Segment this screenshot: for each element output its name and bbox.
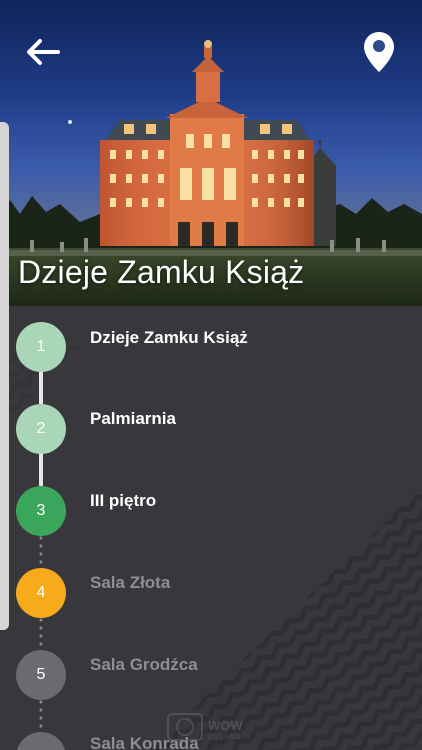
timeline-connector bbox=[39, 534, 43, 568]
tour-stop-item[interactable]: 4 Sala Złota bbox=[0, 568, 422, 618]
back-button[interactable] bbox=[24, 36, 62, 68]
hero-header: Dzieje Zamku Książ bbox=[0, 0, 422, 306]
stop-number-badge: 4 bbox=[16, 568, 66, 618]
stop-title: Sala Grodźca bbox=[90, 655, 198, 674]
wow-poland-logo: WOW POLAND bbox=[167, 713, 243, 741]
page-scroll-indicator[interactable] bbox=[0, 122, 9, 630]
stop-number-badge: 5 bbox=[16, 650, 66, 700]
stop-number-badge: 1 bbox=[16, 322, 66, 372]
tour-stop-item[interactable]: 1 Dzieje Zamku Książ bbox=[0, 322, 422, 372]
arrow-left-icon bbox=[27, 39, 60, 65]
timeline-connector bbox=[39, 698, 43, 732]
stop-number-badge: 2 bbox=[16, 404, 66, 454]
tour-stops-list[interactable]: 1 Dzieje Zamku Książ 2 Palmiarnia 3 III … bbox=[0, 306, 422, 750]
stop-title: III piętro bbox=[90, 491, 157, 510]
timeline-connector bbox=[39, 370, 43, 404]
tour-stop-item[interactable]: 3 III piętro bbox=[0, 486, 422, 536]
stop-number-badge: 6 bbox=[16, 732, 66, 750]
page-title: Dzieje Zamku Książ bbox=[18, 254, 305, 290]
stop-title: Dzieje Zamku Książ bbox=[90, 328, 248, 347]
timeline-connector bbox=[39, 452, 43, 486]
tour-stop-item[interactable]: 2 Palmiarnia bbox=[0, 404, 422, 454]
stop-title: Sala Złota bbox=[90, 573, 171, 592]
location-button[interactable] bbox=[362, 30, 396, 74]
map-pin-icon bbox=[364, 32, 394, 72]
timeline: 1 Dzieje Zamku Książ 2 Palmiarnia 3 III … bbox=[0, 306, 422, 750]
stop-number-badge: 3 bbox=[16, 486, 66, 536]
svg-text:WOW: WOW bbox=[208, 718, 243, 733]
timeline-connector bbox=[39, 616, 43, 650]
tour-stop-item[interactable]: 5 Sala Grodźca bbox=[0, 650, 422, 700]
svg-text:POLAND: POLAND bbox=[208, 735, 242, 741]
stop-title: Palmiarnia bbox=[90, 409, 176, 428]
